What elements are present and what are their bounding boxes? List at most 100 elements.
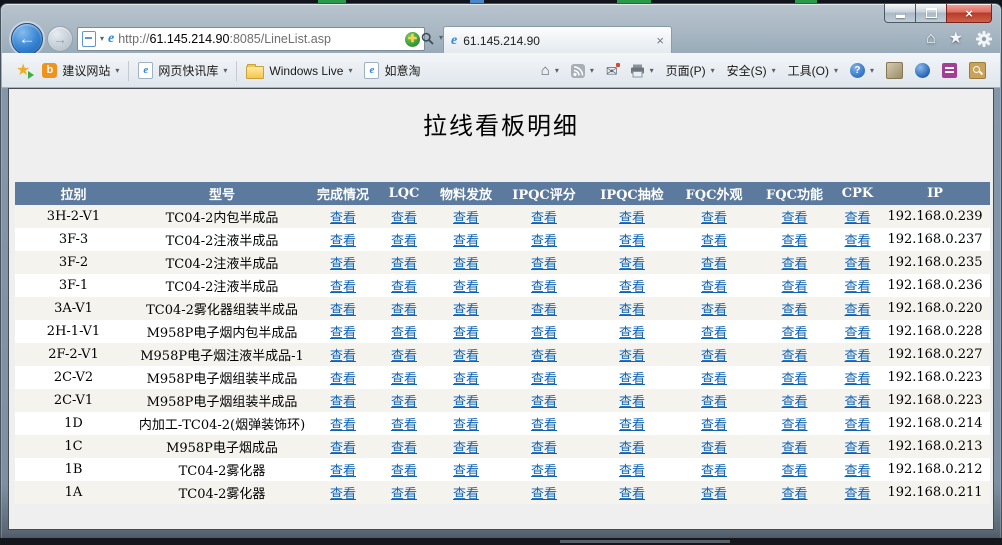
favorites-item-web-slices[interactable]: e 网页快讯库 ▾ (132, 59, 233, 82)
view-link[interactable]: 查看 (330, 441, 356, 456)
view-link[interactable]: 查看 (531, 349, 557, 364)
view-link[interactable]: 查看 (619, 280, 645, 295)
view-link[interactable]: 查看 (701, 349, 727, 364)
search-icon[interactable] (421, 32, 434, 45)
addon-button-3[interactable] (936, 60, 963, 81)
read-mail-button[interactable]: ✉ (600, 61, 624, 81)
view-link[interactable]: 查看 (391, 372, 417, 387)
view-link[interactable]: 查看 (330, 234, 356, 249)
view-link[interactable]: 查看 (701, 372, 727, 387)
view-link[interactable]: 查看 (330, 395, 356, 410)
view-link[interactable]: 查看 (701, 418, 727, 433)
view-link[interactable]: 查看 (844, 280, 870, 295)
favorites-star-icon[interactable]: ★ (949, 31, 963, 47)
view-link[interactable]: 查看 (701, 234, 727, 249)
forward-button[interactable]: → (47, 26, 73, 52)
view-link[interactable]: 查看 (781, 372, 807, 387)
view-link[interactable]: 查看 (391, 326, 417, 341)
help-menu[interactable]: ?▾ (844, 60, 880, 81)
view-link[interactable]: 查看 (391, 464, 417, 479)
view-link[interactable]: 查看 (701, 326, 727, 341)
view-link[interactable]: 查看 (330, 487, 356, 502)
home-menu-button[interactable]: ⌂▾ (535, 60, 565, 81)
addon-button-1[interactable] (880, 59, 909, 82)
view-link[interactable]: 查看 (391, 487, 417, 502)
address-bar[interactable]: ▾ e http://61.145.214.90:8085/LineList.a… (77, 27, 425, 51)
view-link[interactable]: 查看 (330, 349, 356, 364)
view-link[interactable]: 查看 (844, 257, 870, 272)
view-link[interactable]: 查看 (391, 349, 417, 364)
view-link[interactable]: 查看 (453, 257, 479, 272)
view-link[interactable]: 查看 (781, 211, 807, 226)
view-link[interactable]: 查看 (453, 234, 479, 249)
view-link[interactable]: 查看 (453, 464, 479, 479)
tools-menu[interactable]: 工具(O)▾ (782, 59, 844, 82)
maximize-button[interactable] (916, 4, 946, 23)
view-link[interactable]: 查看 (844, 464, 870, 479)
view-link[interactable]: 查看 (701, 280, 727, 295)
view-link[interactable]: 查看 (391, 441, 417, 456)
back-button[interactable]: ← (11, 23, 43, 55)
view-link[interactable]: 查看 (619, 234, 645, 249)
view-link[interactable]: 查看 (781, 487, 807, 502)
chevron-down-icon[interactable]: ▾ (100, 35, 104, 43)
view-link[interactable]: 查看 (531, 257, 557, 272)
close-button[interactable]: × (946, 4, 992, 23)
view-link[interactable]: 查看 (844, 234, 870, 249)
view-link[interactable]: 查看 (619, 303, 645, 318)
view-link[interactable]: 查看 (391, 280, 417, 295)
view-link[interactable]: 查看 (781, 418, 807, 433)
view-link[interactable]: 查看 (330, 257, 356, 272)
view-link[interactable]: 查看 (391, 211, 417, 226)
view-link[interactable]: 查看 (330, 372, 356, 387)
view-link[interactable]: 查看 (453, 349, 479, 364)
view-link[interactable]: 查看 (453, 211, 479, 226)
view-link[interactable]: 查看 (781, 441, 807, 456)
favorites-item-windows-live[interactable]: Windows Live ▾ (240, 60, 358, 82)
safety-menu[interactable]: 安全(S)▾ (721, 59, 782, 82)
view-link[interactable]: 查看 (619, 349, 645, 364)
view-link[interactable]: 查看 (701, 303, 727, 318)
url-text[interactable]: http://61.145.214.90:8085/LineList.asp (118, 32, 401, 46)
view-link[interactable]: 查看 (531, 372, 557, 387)
view-link[interactable]: 查看 (531, 280, 557, 295)
view-link[interactable]: 查看 (619, 211, 645, 226)
view-link[interactable]: 查看 (453, 326, 479, 341)
view-link[interactable]: 查看 (701, 464, 727, 479)
view-link[interactable]: 查看 (844, 326, 870, 341)
view-link[interactable]: 查看 (391, 303, 417, 318)
addon-status-icon[interactable]: ✚ (405, 32, 420, 47)
view-link[interactable]: 查看 (844, 441, 870, 456)
view-link[interactable]: 查看 (531, 395, 557, 410)
add-favorite-button[interactable]: ★ (10, 60, 36, 82)
tab-close-icon[interactable]: × (656, 34, 664, 47)
view-link[interactable]: 查看 (781, 395, 807, 410)
view-link[interactable]: 查看 (531, 487, 557, 502)
addon-button-4[interactable] (963, 59, 992, 82)
view-link[interactable]: 查看 (701, 487, 727, 502)
view-link[interactable]: 查看 (844, 303, 870, 318)
view-link[interactable]: 查看 (844, 372, 870, 387)
home-icon[interactable]: ⌂ (926, 31, 936, 47)
gear-icon[interactable] (976, 31, 992, 47)
view-link[interactable]: 查看 (531, 418, 557, 433)
view-link[interactable]: 查看 (619, 441, 645, 456)
view-link[interactable]: 查看 (619, 326, 645, 341)
view-link[interactable]: 查看 (701, 441, 727, 456)
view-link[interactable]: 查看 (844, 211, 870, 226)
view-link[interactable]: 查看 (453, 418, 479, 433)
page-menu[interactable]: 页面(P)▾ (660, 59, 721, 82)
view-link[interactable]: 查看 (619, 418, 645, 433)
view-link[interactable]: 查看 (531, 303, 557, 318)
view-link[interactable]: 查看 (453, 280, 479, 295)
minimize-button[interactable] (884, 4, 916, 23)
view-link[interactable]: 查看 (844, 418, 870, 433)
view-link[interactable]: 查看 (619, 487, 645, 502)
view-link[interactable]: 查看 (531, 234, 557, 249)
view-link[interactable]: 查看 (391, 257, 417, 272)
view-link[interactable]: 查看 (701, 211, 727, 226)
view-link[interactable]: 查看 (391, 234, 417, 249)
view-link[interactable]: 查看 (453, 441, 479, 456)
view-link[interactable]: 查看 (844, 349, 870, 364)
view-link[interactable]: 查看 (531, 211, 557, 226)
